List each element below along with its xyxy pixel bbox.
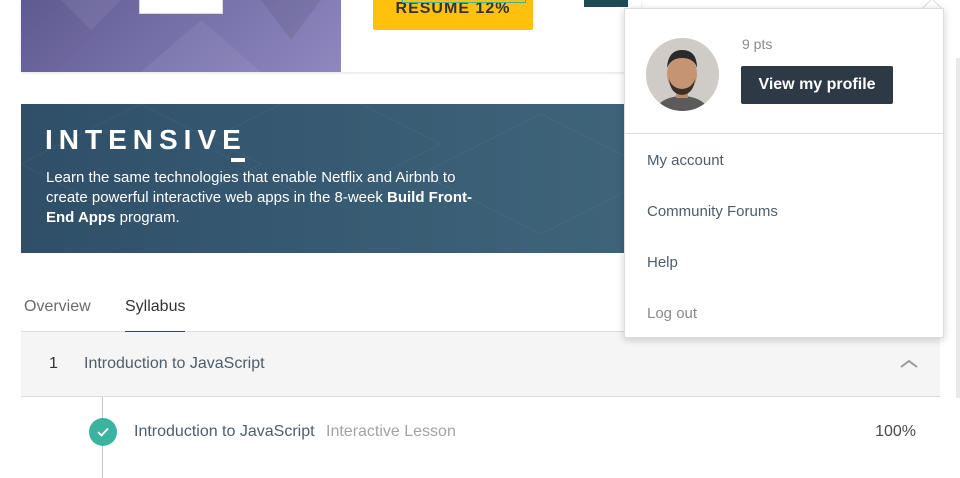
completed-check-icon [89, 418, 117, 446]
banner-title: INTENSIVE [45, 124, 247, 155]
lesson-progress: 100% [875, 423, 916, 440]
banner-description: Learn the same technologies that enable … [46, 169, 472, 226]
top-nav-tab-edge [584, 0, 628, 7]
chevron-up-icon[interactable] [899, 354, 919, 374]
lesson-row[interactable]: Introduction to JavaScript Interactive L… [21, 397, 940, 478]
tab-syllabus[interactable]: Syllabus [125, 298, 186, 334]
banner-title-accent [231, 158, 245, 162]
resume-button[interactable]: RESUME 12% [373, 0, 533, 30]
view-profile-button[interactable]: View my profile [741, 66, 893, 104]
syllabus-section-header[interactable]: 1 Introduction to JavaScript [21, 332, 940, 397]
course-thumbnail[interactable] [21, 0, 341, 72]
menu-item-community-forums[interactable]: Community Forums [647, 203, 778, 220]
menu-item-help[interactable]: Help [647, 254, 678, 271]
dropdown-header: 9 pts View my profile [625, 9, 943, 134]
tab-overview[interactable]: Overview [24, 298, 91, 326]
menu-item-my-account[interactable]: My account [647, 152, 724, 169]
top-input-edge [402, 0, 526, 3]
user-points: 9 pts [742, 36, 773, 52]
page-scrollbar[interactable] [956, 58, 960, 398]
course-card: RESUME 12% [21, 0, 641, 72]
profile-dropdown: 9 pts View my profile My account Communi… [624, 8, 944, 338]
thumbnail-label [139, 0, 223, 14]
lesson-title[interactable]: Introduction to JavaScript [134, 423, 315, 441]
menu-item-log-out[interactable]: Log out [647, 305, 697, 322]
lesson-type: Interactive Lesson [326, 423, 456, 440]
section-title: Introduction to JavaScript [84, 355, 265, 372]
section-number: 1 [49, 355, 58, 372]
avatar[interactable] [646, 38, 719, 111]
